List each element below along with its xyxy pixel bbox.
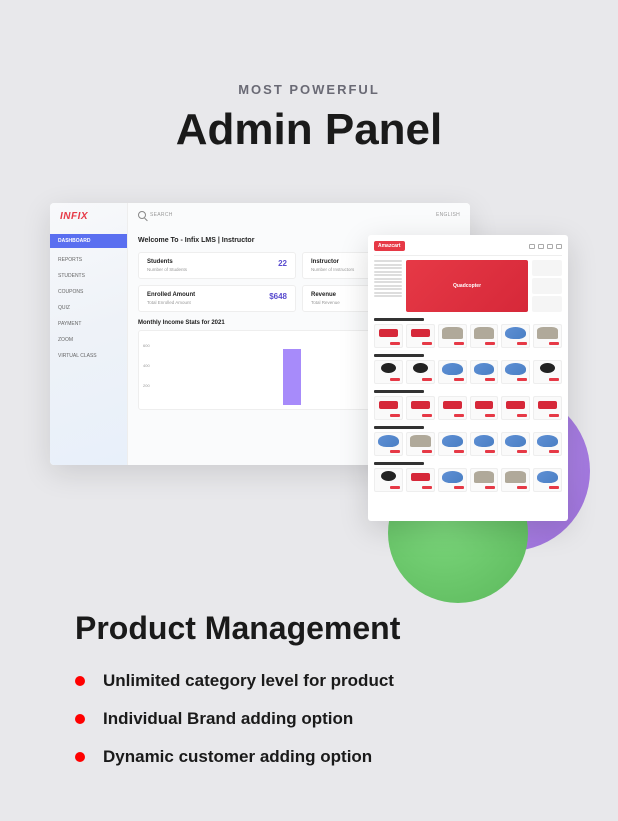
product-tile [374,468,403,492]
sidebar-item: QUIZ [50,300,127,316]
section-heading [374,426,424,429]
product-tile [470,360,499,384]
sidebar-item: REPORTS [50,252,127,268]
storefront-categories [374,260,402,312]
section-subtitle: MOST POWERFUL [0,82,618,97]
language-selector: ENGLISH [436,212,460,218]
sidebar-item: COUPONS [50,284,127,300]
feature-text: Dynamic customer adding option [103,747,372,767]
feature-item: Individual Brand adding option [75,709,400,729]
product-tile [501,360,530,384]
section-heading [374,390,424,393]
product-tile [406,432,435,456]
side-tile [532,296,562,312]
search-placeholder: SEARCH [150,212,173,218]
feature-item: Unlimited category level for product [75,671,400,691]
y-tick: 400 [143,363,150,368]
product-tile [374,324,403,348]
bullet-icon [75,676,85,686]
side-tile [532,278,562,294]
product-tile [438,360,467,384]
product-tile [533,468,562,492]
storefront-header-icons [529,244,562,249]
product-tile [501,468,530,492]
product-tile [438,432,467,456]
storefront-side-tiles [532,260,562,312]
y-tick: 200 [143,383,150,388]
product-tile [438,396,467,420]
stat-card-students: Students Number of Students 22 [138,252,296,279]
section-heading [374,318,424,321]
bullet-icon [75,752,85,762]
storefront-section [374,354,562,384]
storefront-hero-banner: Quadcopter [406,260,528,312]
stat-value: $648 [269,292,287,301]
sidebar-item: VIRTUAL CLASS [50,348,127,364]
storefront-mockup: Amazcart Quadcopter [368,235,568,521]
product-tile [374,360,403,384]
stat-title: Students [147,259,287,265]
product-tile [501,396,530,420]
header-icon [547,244,553,249]
product-tile [438,468,467,492]
product-tile [501,324,530,348]
feature-item: Dynamic customer adding option [75,747,400,767]
product-tile [501,432,530,456]
header-icon [556,244,562,249]
dashboard-search: SEARCH [138,211,173,219]
storefront-logo: Amazcart [374,241,405,251]
stat-card-enrolled: Enrolled Amount Total Enrolled Amount $6… [138,285,296,312]
product-tile [470,468,499,492]
product-tile [406,468,435,492]
stat-subtitle: Total Enrolled Amount [147,300,287,305]
mockup-area: INFIX DASHBOARD REPORTS STUDENTS COUPONS… [0,203,618,563]
product-tile [470,396,499,420]
product-tile [406,396,435,420]
chart-bar-august [283,349,301,405]
product-tile [406,360,435,384]
stat-subtitle: Number of Students [147,267,287,272]
product-tile [533,360,562,384]
stat-value: 22 [278,259,287,268]
feature-text: Individual Brand adding option [103,709,353,729]
side-tile [532,260,562,276]
storefront-section [374,426,562,456]
section-heading [374,462,424,465]
storefront-section [374,318,562,348]
product-tile [470,432,499,456]
header-icon [538,244,544,249]
bullet-icon [75,714,85,724]
y-tick: 600 [143,343,150,348]
pm-title: Product Management [75,610,400,647]
storefront-section [374,390,562,420]
sidebar-item: ZOOM [50,332,127,348]
dashboard-logo: INFIX [50,203,127,230]
storefront-section [374,462,562,492]
feature-text: Unlimited category level for product [103,671,394,691]
sidebar-item: PAYMENT [50,316,127,332]
product-tile [533,324,562,348]
header-icon [529,244,535,249]
product-tile [533,432,562,456]
product-management-section: Product Management Unlimited category le… [75,610,400,785]
product-tile [374,396,403,420]
product-tile [470,324,499,348]
product-tile [438,324,467,348]
feature-list: Unlimited category level for product Ind… [75,671,400,767]
product-tile [406,324,435,348]
section-heading [374,354,424,357]
product-tile [533,396,562,420]
sidebar-item-dashboard: DASHBOARD [50,234,127,248]
dashboard-sidebar: INFIX DASHBOARD REPORTS STUDENTS COUPONS… [50,203,128,465]
product-tile [374,432,403,456]
banner-text: Quadcopter [453,283,481,289]
section-title: Admin Panel [0,105,618,155]
sidebar-item: STUDENTS [50,268,127,284]
stat-title: Enrolled Amount [147,292,287,298]
search-icon [138,211,146,219]
